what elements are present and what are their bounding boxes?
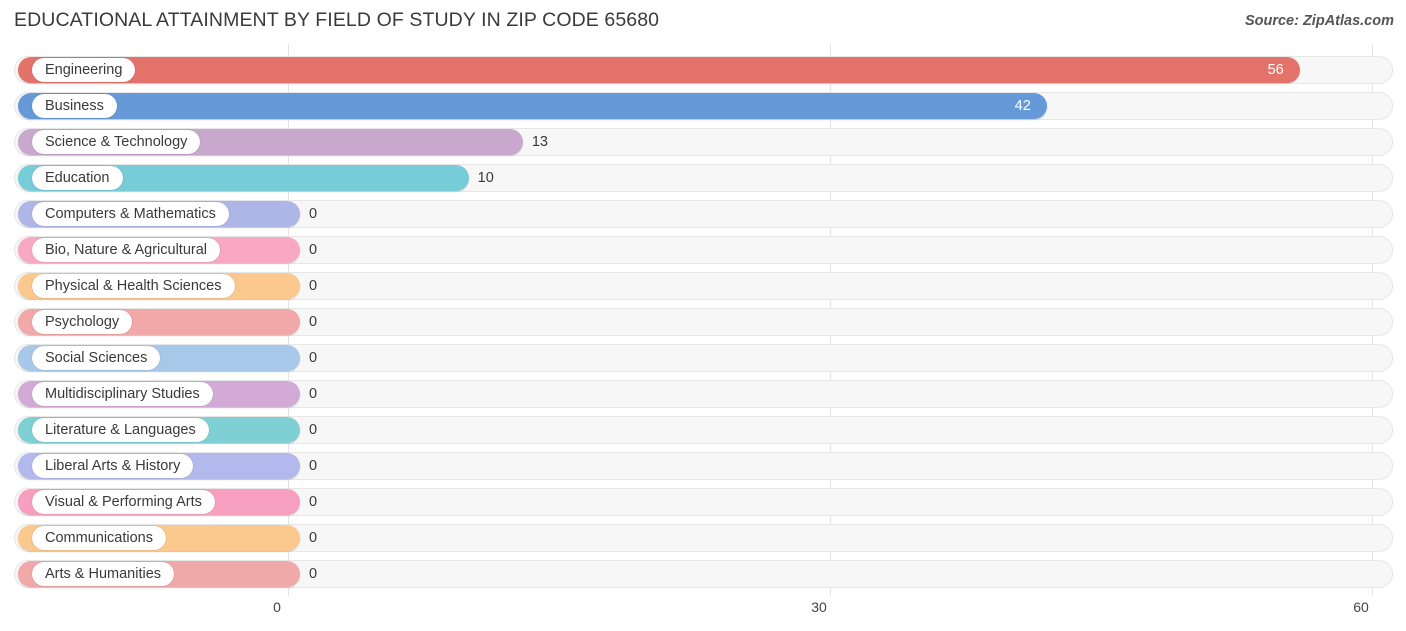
bar-value-label: 0 [309,314,318,330]
x-axis: 0 30 60 [0,596,1406,631]
chart-row[interactable]: Arts & Humanities 0 [0,556,1406,592]
bar-category-label: Education [32,166,123,190]
bar-category-label: Arts & Humanities [32,562,175,586]
chart-header: EDUCATIONAL ATTAINMENT BY FIELD OF STUDY… [0,0,1406,44]
chart-row[interactable]: Social Sciences 0 [0,340,1406,376]
bar-value-label: 0 [309,566,318,582]
bar[interactable] [18,57,1300,83]
bar-value-label: 42 [1014,98,1031,114]
x-tick-label: 0 [273,599,281,615]
bar-category-label: Communications [32,526,166,550]
bar-category-label: Social Sciences [32,346,161,370]
x-tick-label: 60 [1353,599,1369,615]
x-tick-label: 30 [811,599,827,615]
chart-row[interactable]: Literature & Languages 0 [0,412,1406,448]
bar-category-label: Multidisciplinary Studies [32,382,213,406]
bar-category-label: Liberal Arts & History [32,454,194,478]
chart-row[interactable]: Visual & Performing Arts 0 [0,484,1406,520]
bar-category-label: Psychology [32,310,133,334]
bar-category-label: Bio, Nature & Agricultural [32,238,220,262]
chart-row[interactable]: Communications 0 [0,520,1406,556]
chart-row[interactable]: Science & Technology 13 [0,124,1406,160]
bar-value-label: 13 [531,134,548,150]
chart-row[interactable]: Business 42 [0,88,1406,124]
chart-row[interactable]: Liberal Arts & History 0 [0,448,1406,484]
chart-plot-area: Engineering 56 Business 42 Science & Technol… [0,44,1406,596]
bar-value-label: 0 [309,530,318,546]
bar-category-label: Literature & Languages [32,418,209,442]
bar-value-label: 0 [309,350,318,366]
source-attribution: Source: ZipAtlas.com [1244,13,1394,29]
bar-value-label: 0 [309,422,318,438]
bar-value-label: 0 [309,206,318,222]
chart-row[interactable]: Psychology 0 [0,304,1406,340]
chart-row[interactable]: Physical & Health Sciences 0 [0,268,1406,304]
chart-row[interactable]: Bio, Nature & Agricultural 0 [0,232,1406,268]
bar-value-label: 56 [1267,62,1284,78]
chart-row[interactable]: Computers & Mathematics 0 [0,196,1406,232]
bar-value-label: 0 [309,494,318,510]
bar-value-label: 0 [309,386,318,402]
bar[interactable] [18,93,1047,119]
bar-category-label: Visual & Performing Arts [32,490,215,514]
chart-row[interactable]: Education 10 [0,160,1406,196]
bar-value-label: 10 [477,170,494,186]
bar-value-label: 0 [309,278,318,294]
chart-row[interactable]: Engineering 56 [0,52,1406,88]
bar-category-label: Physical & Health Sciences [32,274,235,298]
bar-category-label: Computers & Mathematics [32,202,229,226]
bar-category-label: Business [32,94,117,118]
bar-value-label: 0 [309,242,318,258]
bar-value-label: 0 [309,458,318,474]
chart-row[interactable]: Multidisciplinary Studies 0 [0,376,1406,412]
page-title: EDUCATIONAL ATTAINMENT BY FIELD OF STUDY… [14,9,660,31]
bar-category-label: Engineering [32,58,136,82]
bar-category-label: Science & Technology [32,130,201,154]
